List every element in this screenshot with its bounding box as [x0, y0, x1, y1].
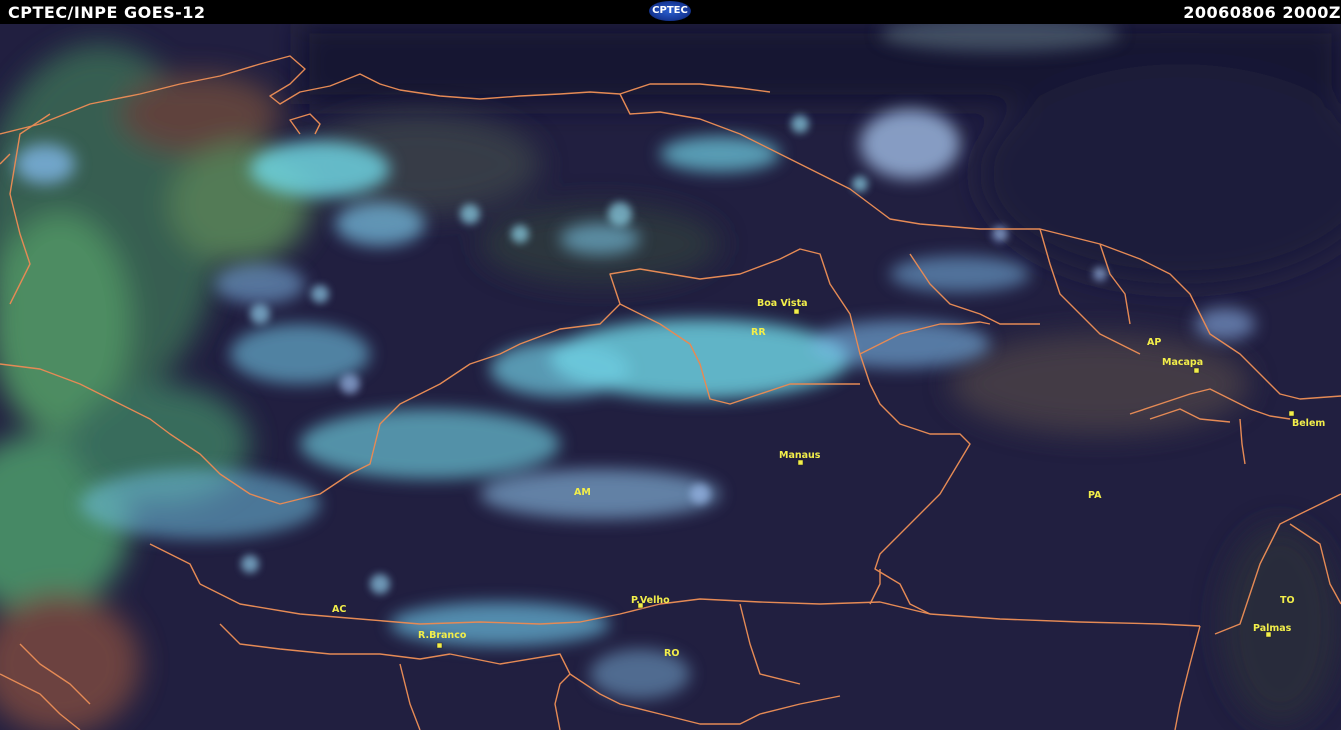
city-label: P.Velho	[631, 595, 670, 606]
state-label-ap: AP	[1147, 337, 1161, 348]
state-label-ac: AC	[332, 604, 346, 615]
city-marker	[1288, 410, 1295, 417]
cptec-logo: CPTEC	[649, 1, 691, 21]
city-label: Manaus	[779, 450, 821, 461]
state-label-ro: RO	[664, 648, 679, 659]
city-label: R.Branco	[418, 630, 467, 641]
city-label: Macapa	[1162, 357, 1203, 368]
state-label-am: AM	[574, 487, 591, 498]
city-label: Palmas	[1253, 623, 1292, 634]
satellite-title: CPTEC/INPE GOES-12	[8, 3, 206, 22]
timestamp: 20060806 2000Z	[1183, 3, 1341, 22]
satellite-map: RR AP AM PA AC RO TO Boa Vista Macapa Be…	[0, 24, 1341, 730]
state-label-pa: PA	[1088, 490, 1102, 501]
state-label-to: TO	[1280, 595, 1295, 606]
logo-text: CPTEC	[652, 5, 688, 16]
city-label: Belem	[1292, 418, 1325, 429]
city-label: Boa Vista	[757, 298, 808, 309]
city-marker	[793, 308, 800, 315]
header-bar: CPTEC/INPE GOES-12 CPTEC 20060806 2000Z	[0, 0, 1341, 24]
city-marker	[1193, 367, 1200, 374]
state-label-rr: RR	[751, 327, 766, 338]
city-marker	[436, 642, 443, 649]
